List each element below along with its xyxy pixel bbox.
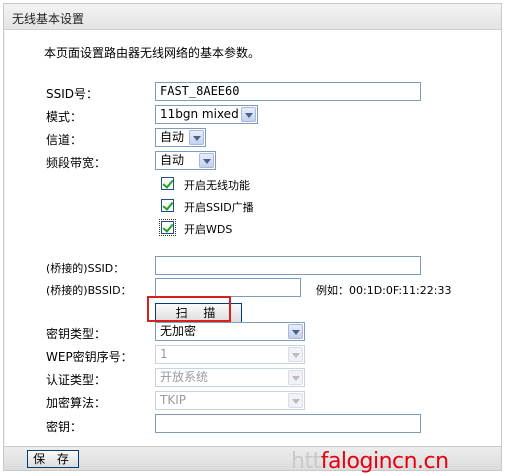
- chevron-down-icon: [288, 370, 303, 385]
- mode-selected-value: 11bgn mixed: [160, 107, 239, 121]
- bridge-ssid-input[interactable]: [155, 256, 421, 275]
- bridge-bssid-label: (桥接的)BSSID：: [46, 284, 132, 297]
- watermark: httfalogincn.cn: [291, 449, 449, 474]
- key-type-select[interactable]: 无加密: [155, 322, 305, 341]
- chevron-down-icon: [288, 347, 303, 362]
- encryption-select[interactable]: TKIP: [155, 391, 305, 410]
- encryption-selected-value: TKIP: [160, 393, 186, 407]
- key-type-selected-value: 无加密: [160, 324, 197, 338]
- bandwidth-select[interactable]: 自动: [155, 151, 216, 170]
- page-title: 无线基本设置: [12, 12, 85, 26]
- enable-wds-label: 开启WDS: [184, 223, 233, 236]
- watermark-prefix: htt: [291, 449, 321, 474]
- title-bar: 无线基本设置: [4, 4, 501, 30]
- auth-type-label: 认证类型：: [46, 373, 107, 387]
- encryption-label: 加密算法：: [46, 396, 107, 410]
- bandwidth-label: 频段带宽：: [46, 156, 107, 170]
- channel-select[interactable]: 自动: [155, 128, 206, 147]
- page-description: 本页面设置路由器无线网络的基本参数。: [44, 46, 261, 60]
- auth-type-select[interactable]: 开放系统: [155, 368, 305, 387]
- enable-wds-checkbox[interactable]: [159, 219, 176, 236]
- enable-ssid-broadcast-label: 开启SSID广播: [184, 201, 254, 214]
- enable-ssid-broadcast-checkbox[interactable]: [161, 199, 174, 212]
- chevron-down-icon: [288, 324, 303, 339]
- chevron-down-icon: [288, 393, 303, 408]
- enable-wireless-checkbox[interactable]: [161, 177, 174, 190]
- channel-label: 信道：: [46, 133, 83, 147]
- bssid-example-hint: 例如：00:1D:0F:11:22:33: [316, 284, 452, 297]
- bandwidth-selected-value: 自动: [160, 153, 185, 167]
- wep-index-select[interactable]: 1: [155, 345, 305, 364]
- chevron-down-icon: [241, 107, 256, 122]
- chevron-down-icon: [189, 130, 204, 145]
- bridge-ssid-label: (桥接的)SSID：: [46, 262, 125, 275]
- wep-index-selected-value: 1: [160, 347, 168, 361]
- wep-index-label: WEP密钥序号：: [46, 350, 133, 364]
- key-label: 密钥：: [46, 420, 83, 434]
- key-input[interactable]: [155, 414, 421, 433]
- key-type-label: 密钥类型：: [46, 327, 107, 341]
- watermark-text: falogincn.cn: [320, 449, 449, 474]
- mode-select[interactable]: 11bgn mixed: [155, 105, 258, 124]
- scan-highlight-box: [147, 296, 231, 322]
- bridge-bssid-input[interactable]: [155, 278, 301, 297]
- mode-label: 模式：: [46, 110, 83, 124]
- channel-selected-value: 自动: [160, 130, 185, 144]
- chevron-down-icon: [199, 153, 214, 168]
- enable-wireless-label: 开启无线功能: [184, 179, 250, 192]
- ssid-input[interactable]: FAST_8AEE60: [155, 82, 421, 101]
- save-button[interactable]: 保 存: [27, 450, 79, 468]
- auth-type-selected-value: 开放系统: [160, 370, 209, 384]
- ssid-label: SSID号：: [46, 87, 99, 101]
